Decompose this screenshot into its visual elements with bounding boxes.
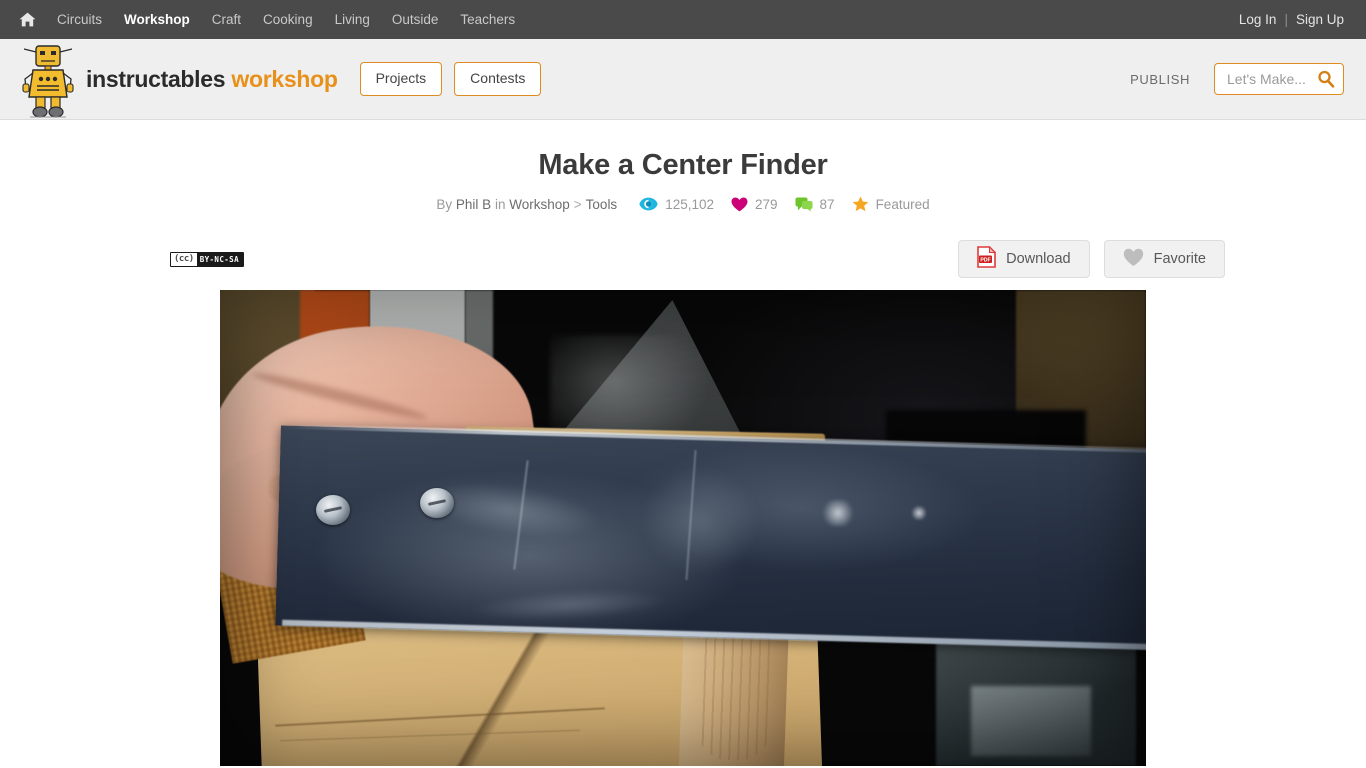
brand-block[interactable]: instructables workshop xyxy=(20,40,338,118)
byline-in-label: in xyxy=(494,196,506,212)
license-terms: BY-NC-SA xyxy=(196,252,244,266)
creative-commons-license-badge[interactable]: (cc) BY-NC-SA xyxy=(170,251,245,267)
favorite-button[interactable]: Favorite xyxy=(1103,240,1225,278)
account-links: Log In | Sign Up xyxy=(1233,12,1350,27)
brand-name: instructables xyxy=(86,65,226,92)
nav-item-workshop[interactable]: Workshop xyxy=(113,0,201,39)
stat-views: 125,102 xyxy=(639,197,714,212)
creative-commons-icon: (cc) xyxy=(171,252,197,266)
nav-item-teachers[interactable]: Teachers xyxy=(449,0,526,39)
stat-favorites: 279 xyxy=(731,197,778,212)
home-icon[interactable] xyxy=(14,10,40,30)
stat-featured: Featured xyxy=(852,196,930,212)
download-button-label: Download xyxy=(1006,251,1071,267)
breadcrumb-separator: > xyxy=(573,196,582,212)
heart-outline-icon xyxy=(1123,248,1144,271)
search-box[interactable] xyxy=(1214,63,1344,95)
article-action-buttons: PDF Download Favorite xyxy=(958,240,1225,278)
header-right-group: PUBLISH xyxy=(1130,63,1344,95)
article-stats: 125,102 279 87 Featured xyxy=(639,196,930,212)
byline: By Phil B in Workshop > Tools 125,102 279 xyxy=(0,196,1366,212)
byline-by-label: By xyxy=(436,196,453,212)
category-link[interactable]: Tools xyxy=(586,197,618,212)
brand-wordmark[interactable]: instructables workshop xyxy=(86,66,338,93)
sign-up-link[interactable]: Sign Up xyxy=(1290,12,1350,27)
top-navigation-bar: Circuits Workshop Craft Cooking Living O… xyxy=(0,0,1366,39)
stat-comments-value: 87 xyxy=(819,196,835,212)
contests-button[interactable]: Contests xyxy=(454,62,542,96)
page-title: Make a Center Finder xyxy=(538,149,828,181)
nav-item-circuits[interactable]: Circuits xyxy=(46,0,113,39)
brand-category: workshop xyxy=(231,65,338,92)
header-nav-buttons: Projects Contests xyxy=(359,62,542,96)
log-in-link[interactable]: Log In xyxy=(1233,12,1283,27)
top-nav-links: Circuits Workshop Craft Cooking Living O… xyxy=(14,0,526,39)
heart-icon xyxy=(731,197,748,211)
author-link[interactable]: Phil B xyxy=(456,197,491,212)
main-content: Make a Center Finder By Phil B in Worksh… xyxy=(0,149,1366,766)
publish-link[interactable]: PUBLISH xyxy=(1130,72,1190,87)
views-eye-icon xyxy=(639,197,658,211)
channel-link[interactable]: Workshop xyxy=(509,197,570,212)
nav-divider: | xyxy=(1284,12,1288,27)
search-icon[interactable] xyxy=(1317,70,1335,88)
pdf-icon: PDF xyxy=(977,245,997,272)
stat-featured-label: Featured xyxy=(875,196,930,212)
nav-item-cooking[interactable]: Cooking xyxy=(252,0,324,39)
projects-button[interactable]: Projects xyxy=(359,62,443,96)
nav-item-living[interactable]: Living xyxy=(324,0,381,39)
site-header: instructables workshop Projects Contests… xyxy=(0,39,1366,120)
comment-icon xyxy=(795,197,813,212)
instructables-robot-logo[interactable] xyxy=(20,41,76,119)
stat-comments: 87 xyxy=(795,197,835,212)
stat-views-value: 125,102 xyxy=(665,196,714,212)
nav-item-craft[interactable]: Craft xyxy=(201,0,252,39)
nav-item-outside[interactable]: Outside xyxy=(381,0,450,39)
star-icon xyxy=(852,196,868,212)
download-button[interactable]: PDF Download xyxy=(958,240,1090,278)
search-input[interactable] xyxy=(1225,70,1313,88)
stat-favorites-value: 279 xyxy=(755,196,778,212)
hero-photo[interactable] xyxy=(220,290,1146,766)
favorite-button-label: Favorite xyxy=(1153,251,1206,267)
svg-text:PDF: PDF xyxy=(980,257,990,263)
action-row: (cc) BY-NC-SA PDF Download Favorite xyxy=(133,238,1233,280)
hero-photo-canvas xyxy=(220,290,1146,766)
